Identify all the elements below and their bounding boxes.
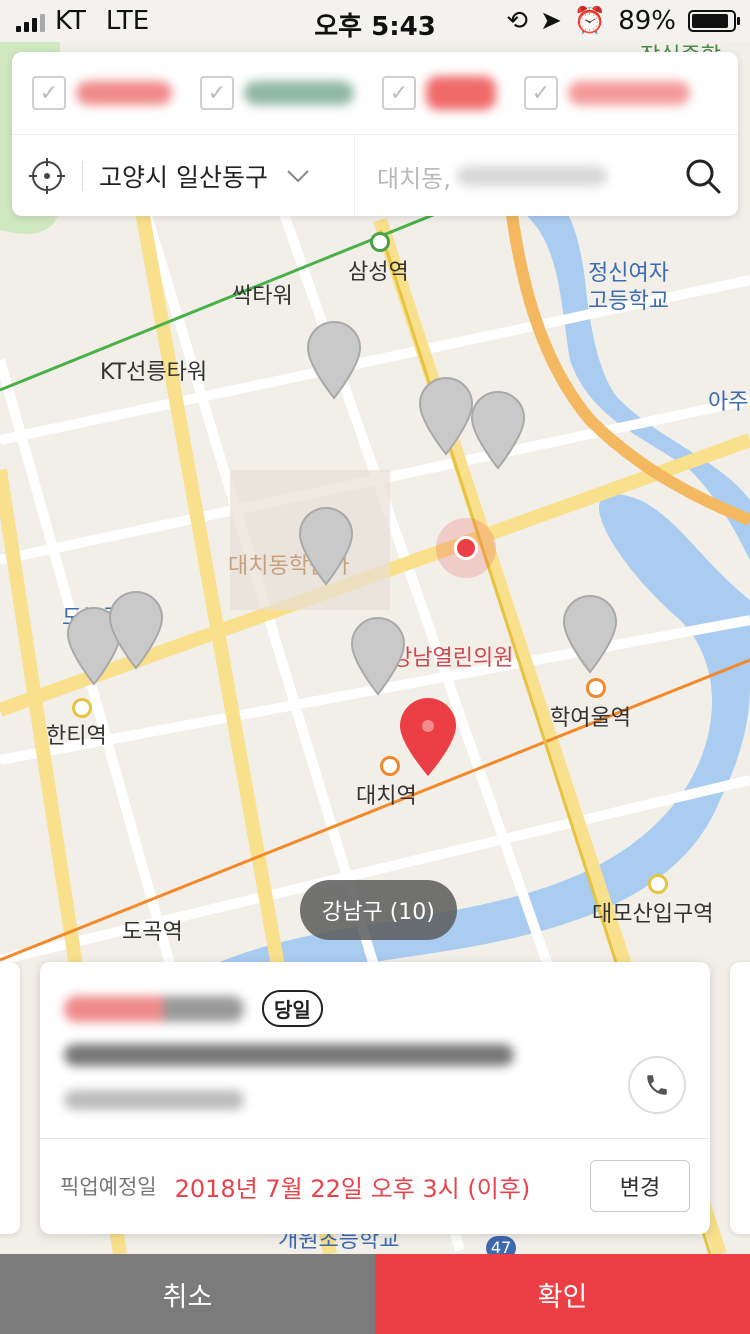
prev-store-card[interactable] (0, 962, 20, 1234)
region-value: 고양시 일산동구 (99, 163, 268, 192)
alarm-icon: ⏰ (573, 6, 607, 36)
map-label-hakyeoul: 학여울역 (550, 706, 631, 731)
search-input[interactable]: 대치동, (354, 135, 738, 217)
store-pin[interactable] (348, 616, 408, 696)
map-label-ssak-tower: 싹타워 (232, 284, 293, 309)
filter-panel: ✓ ✓ ✓ ✓ 고양시 일산동구 대치동, (12, 52, 738, 217)
store-phone-blurred (64, 1090, 244, 1110)
map-label-hanti: 한티역 (46, 724, 107, 749)
store-pin[interactable] (106, 590, 166, 670)
checkbox[interactable]: ✓ (382, 76, 416, 110)
status-bar: KT LTE 오후 5:43 ⟲ ➤ ⏰ 89% (0, 0, 750, 42)
map-label-samseong: 삼성역 (348, 260, 409, 285)
station-marker (370, 232, 390, 252)
next-store-card[interactable] (730, 962, 750, 1234)
search-placeholder: 대치동, (377, 164, 451, 193)
map-label-clinic: 강남열린의원 (392, 646, 514, 671)
station-marker (586, 678, 606, 698)
filter-label-blurred (568, 81, 690, 105)
map-label-daemo: 대모산입구역 (592, 902, 714, 927)
orientation-lock-icon: ⟲ (506, 6, 529, 36)
store-pin[interactable] (416, 376, 476, 456)
store-filter-row: ✓ ✓ ✓ ✓ (12, 52, 738, 135)
store-card[interactable]: 당일 픽업예정일 2018년 7월 22일 오후 3시 (이후) 변경 (40, 962, 710, 1234)
filter-item-2[interactable]: ✓ (200, 76, 354, 110)
search-icon[interactable] (684, 157, 722, 195)
cancel-button[interactable]: 취소 (0, 1254, 375, 1334)
station-marker (72, 698, 92, 718)
checkbox[interactable]: ✓ (32, 76, 66, 110)
bottom-action-bar: 취소 확인 (0, 1254, 750, 1334)
store-pin[interactable] (560, 594, 620, 674)
filter-item-3[interactable]: ✓ (382, 76, 496, 110)
call-button[interactable] (628, 1056, 686, 1114)
filter-label-blurred (426, 76, 496, 110)
store-pin[interactable] (468, 390, 528, 470)
chevron-down-icon (287, 170, 309, 183)
station-marker (648, 874, 668, 894)
checkbox[interactable]: ✓ (524, 76, 558, 110)
battery-icon (688, 10, 740, 32)
filter-label-blurred (244, 81, 354, 105)
change-date-button[interactable]: 변경 (590, 1160, 690, 1212)
confirm-button[interactable]: 확인 (375, 1254, 750, 1334)
store-pin[interactable] (296, 506, 356, 586)
checkbox[interactable]: ✓ (200, 76, 234, 110)
current-location-marker (436, 518, 496, 578)
store-name-blurred (64, 995, 244, 1022)
district-count-badge[interactable]: 강남구 (10) (300, 880, 457, 940)
search-row: 고양시 일산동구 대치동, (12, 135, 738, 217)
filter-item-4[interactable]: ✓ (524, 76, 690, 110)
battery-percent: 89% (618, 6, 676, 36)
crosshair-icon (29, 158, 65, 194)
map-label-aju: 아주 (708, 390, 749, 415)
filter-label-blurred (76, 81, 172, 105)
pickup-label: 픽업예정일 (60, 1175, 157, 1199)
map-label-girls-school: 정신여자 고등학교 (588, 261, 669, 314)
phone-icon (647, 1075, 667, 1095)
region-select[interactable]: 고양시 일산동구 (82, 161, 310, 192)
store-address-blurred (64, 1044, 514, 1066)
search-placeholder-blurred (456, 166, 607, 186)
selected-store-pin[interactable] (398, 698, 458, 778)
map-label-kt-tower: KT선릉타워 (100, 360, 208, 385)
same-day-badge: 당일 (262, 990, 323, 1027)
store-pin[interactable] (304, 320, 364, 400)
pickup-date: 2018년 7월 22일 오후 3시 (이후) (174, 1174, 531, 1203)
map-label-dogok: 도곡역 (122, 920, 183, 945)
location-arrow-icon: ➤ (540, 6, 562, 36)
station-marker (380, 756, 400, 776)
map-label-daechi-station: 대치역 (356, 784, 417, 809)
locate-button[interactable] (12, 157, 82, 195)
filter-item-1[interactable]: ✓ (32, 76, 172, 110)
